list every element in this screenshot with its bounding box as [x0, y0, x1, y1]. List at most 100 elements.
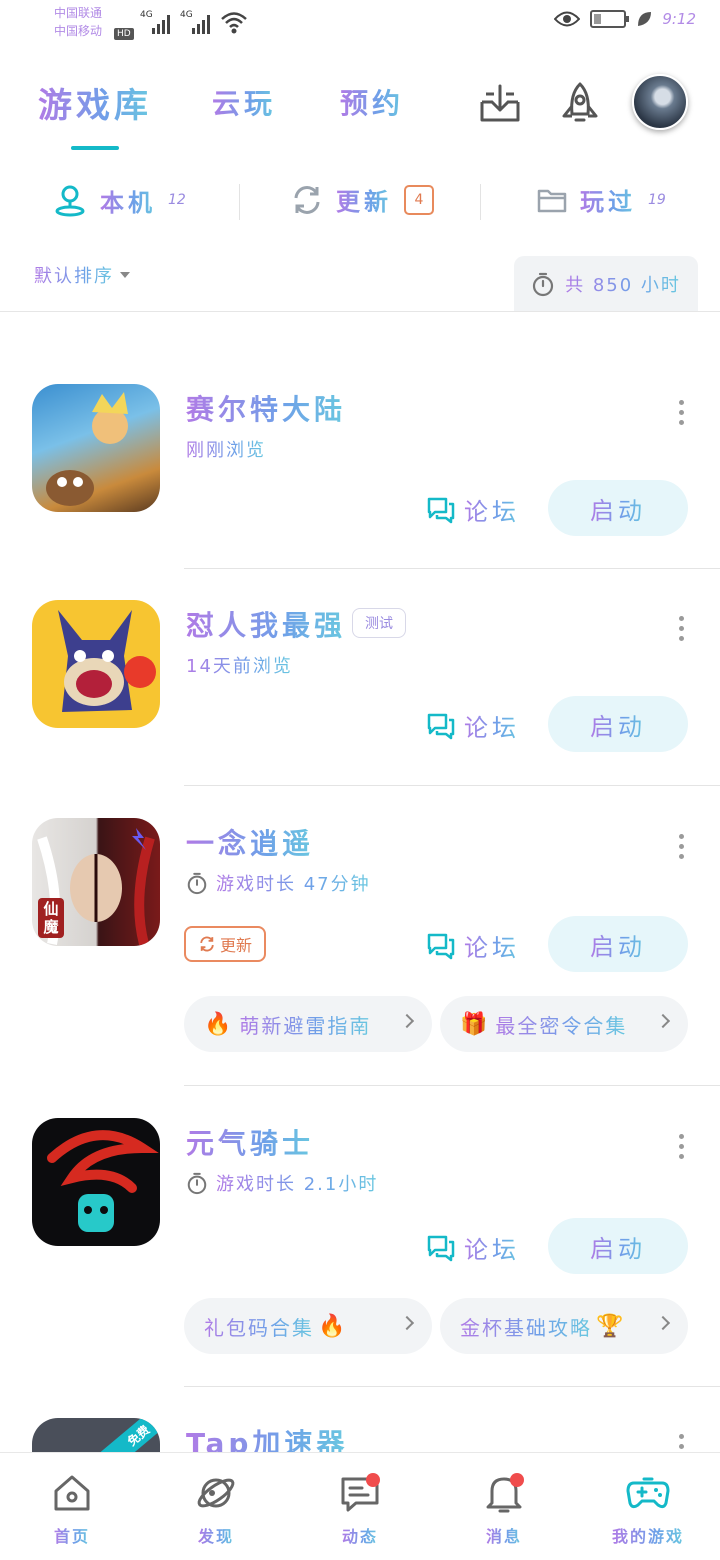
forum-label: 论坛	[464, 1230, 520, 1265]
divider	[239, 184, 240, 220]
guide-chip-label: 最全密令合集	[495, 1010, 627, 1039]
clock: 9:12	[662, 10, 696, 28]
fire-icon: 🔥	[204, 1011, 234, 1037]
gamepad-icon	[626, 1477, 670, 1509]
divider	[184, 1085, 720, 1086]
forum-button[interactable]: 论坛	[426, 928, 520, 963]
launch-label: 启动	[590, 1229, 646, 1264]
network-type-2: 4G	[180, 10, 193, 20]
carrier-2: 中国移动	[54, 24, 103, 38]
nav-messages[interactable]: 消息	[444, 1471, 564, 1547]
leaf-icon	[638, 12, 652, 26]
hd-badge: HD	[114, 28, 134, 40]
game-icon[interactable]	[32, 1118, 160, 1246]
divider	[480, 184, 481, 220]
battery-icon	[590, 10, 630, 28]
forum-icon	[427, 713, 455, 739]
launch-button[interactable]: 启动	[548, 916, 688, 972]
library-filter-tabs: 本机 12 更新 4 玩过 19	[0, 170, 720, 234]
game-playtime: 游戏时长 47分钟	[186, 870, 371, 896]
nav-discover[interactable]: 发现	[156, 1471, 276, 1547]
launch-button[interactable]: 启动	[548, 696, 688, 752]
game-name[interactable]: 元气骑士	[186, 1122, 314, 1162]
filter-updates[interactable]: 更新 4	[290, 182, 434, 217]
download-tray-icon[interactable]	[476, 80, 524, 128]
launch-button[interactable]: 启动	[548, 480, 688, 536]
nav-label: 消息	[486, 1523, 522, 1547]
divider	[184, 568, 720, 569]
filter-installed-label: 本机	[100, 183, 156, 218]
tab-game-library[interactable]: 游戏库	[38, 78, 152, 127]
filter-installed-count: 12	[168, 192, 186, 208]
sort-dropdown[interactable]: 默认排序	[34, 262, 130, 288]
guide-chip[interactable]: 金杯基础攻略 🏆	[440, 1298, 688, 1354]
game-icon-text: 仙魔	[43, 900, 59, 936]
filter-played-label: 玩过	[580, 182, 636, 217]
guide-chip-label: 萌新避雷指南	[239, 1010, 371, 1039]
nav-feed[interactable]: 动态	[300, 1471, 420, 1547]
filter-updates-label: 更新	[336, 182, 392, 217]
forum-icon	[427, 497, 455, 523]
guide-chip[interactable]: 🎁 最全密令合集	[440, 996, 688, 1052]
notification-dot	[366, 1473, 380, 1487]
filter-installed[interactable]: 本机 12	[52, 182, 186, 218]
game-playtime: 游戏时长 2.1小时	[186, 1170, 378, 1196]
total-playtime: 共 850 小时	[514, 256, 698, 312]
rocket-icon[interactable]	[556, 80, 604, 128]
launch-label: 启动	[590, 491, 646, 526]
carrier-1: 中国联通	[54, 6, 103, 20]
sort-label: 默认排序	[34, 262, 114, 288]
divider	[0, 311, 720, 312]
forum-icon	[427, 1235, 455, 1261]
more-options-icon[interactable]	[676, 616, 686, 646]
wifi-icon	[220, 10, 248, 40]
forum-button[interactable]: 论坛	[426, 1230, 520, 1265]
nav-home[interactable]: 首页	[12, 1471, 132, 1547]
more-options-icon[interactable]	[676, 834, 686, 864]
filter-updates-count: 4	[404, 184, 434, 215]
nav-label: 发现	[198, 1523, 234, 1547]
forum-button[interactable]: 论坛	[426, 708, 520, 743]
divider	[184, 785, 720, 786]
user-avatar[interactable]	[632, 74, 688, 130]
game-playtime-label: 游戏时长 2.1小时	[216, 1170, 378, 1196]
fire-icon: 🔥	[318, 1313, 348, 1339]
game-name[interactable]: 怼人我最强	[186, 604, 346, 644]
chevron-right-icon	[655, 1315, 671, 1331]
header: 游戏库 云玩 预约	[0, 60, 720, 160]
guide-chip-label: 金杯基础攻略	[460, 1312, 592, 1341]
launch-label: 启动	[590, 707, 646, 742]
timer-icon	[187, 1172, 207, 1195]
carrier-labels: 中国联通 中国移动	[54, 4, 102, 40]
chevron-right-icon	[655, 1013, 671, 1029]
nav-my-games[interactable]: 我的游戏	[588, 1471, 708, 1547]
game-name[interactable]: 一念逍遥	[186, 822, 314, 862]
timer-icon	[187, 872, 207, 895]
game-icon[interactable]	[32, 384, 160, 512]
guide-chip[interactable]: 礼包码合集 🔥	[184, 1298, 432, 1354]
launch-label: 启动	[590, 927, 646, 962]
refresh-icon	[200, 936, 214, 952]
tab-cloud-play[interactable]: 云玩	[212, 82, 276, 122]
forum-label: 论坛	[464, 928, 520, 963]
game-icon[interactable]: 仙魔	[32, 818, 160, 946]
update-badge[interactable]: 更新	[184, 926, 266, 962]
guide-chip-label: 礼包码合集	[204, 1312, 314, 1341]
forum-button[interactable]: 论坛	[426, 492, 520, 527]
game-name[interactable]: 赛尔特大陆	[186, 388, 346, 428]
game-icon[interactable]	[32, 600, 160, 728]
launch-button[interactable]: 启动	[548, 1218, 688, 1274]
more-options-icon[interactable]	[676, 400, 686, 430]
filter-played[interactable]: 玩过 19	[536, 182, 666, 217]
trophy-icon: 🏆	[596, 1313, 626, 1339]
gift-icon: 🎁	[460, 1011, 490, 1037]
tab-reservations[interactable]: 预约	[340, 82, 404, 122]
refresh-icon	[294, 185, 320, 214]
guide-chip[interactable]: 🔥 萌新避雷指南	[184, 996, 432, 1052]
more-options-icon[interactable]	[676, 1134, 686, 1164]
update-label: 更新	[219, 936, 252, 955]
folder-icon	[537, 189, 567, 212]
status-bar: 中国联通 中国移动 HD 4G 4G 9:12	[0, 0, 720, 50]
divider	[184, 1386, 720, 1387]
timer-icon	[532, 272, 554, 297]
